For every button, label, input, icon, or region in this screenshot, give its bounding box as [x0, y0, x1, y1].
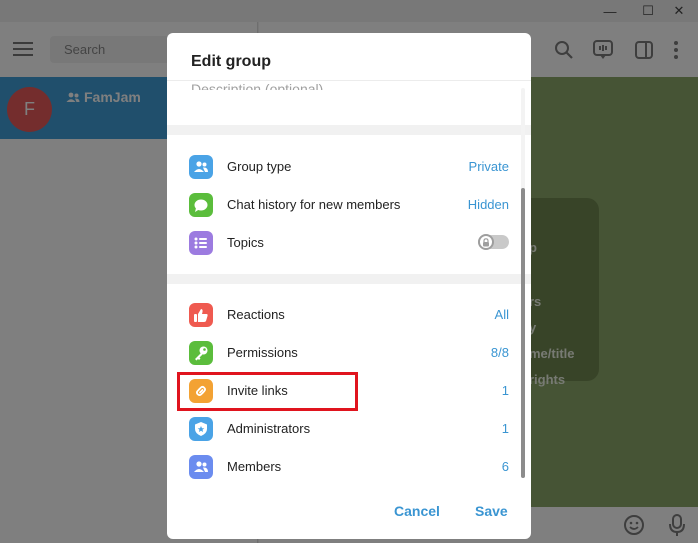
topics-list-icon — [189, 231, 213, 255]
members-row[interactable]: Members 6 — [167, 448, 519, 486]
chat-bubble-icon — [189, 193, 213, 217]
row-value: 1 — [501, 421, 509, 436]
row-value: 8/8 — [490, 345, 509, 360]
row-label: Chat history for new members — [227, 197, 401, 212]
shield-star-icon — [189, 417, 213, 441]
dialog-title: Edit group — [191, 53, 271, 70]
group-icon — [189, 155, 213, 179]
row-value: 1 — [501, 383, 509, 398]
divider — [167, 80, 531, 81]
chat-history-row[interactable]: Chat history for new members Hidden — [167, 186, 519, 224]
dialog-scrollbar[interactable] — [521, 88, 525, 478]
lock-icon — [483, 237, 489, 246]
scrollbar-thumb[interactable] — [521, 188, 525, 478]
row-value: 6 — [501, 459, 509, 474]
description-input[interactable]: Description (optional) — [191, 75, 323, 90]
permissions-row[interactable]: Permissions 8/8 — [167, 334, 519, 372]
save-button[interactable]: Save — [475, 503, 508, 519]
thumbs-up-icon — [189, 303, 213, 327]
reactions-row[interactable]: Reactions All — [167, 296, 519, 334]
row-label: Group type — [227, 159, 292, 174]
row-value: Private — [468, 159, 509, 174]
administrators-row[interactable]: Administrators 1 — [167, 410, 519, 448]
topics-toggle[interactable] — [478, 234, 509, 250]
annotation-highlight-box — [177, 372, 358, 411]
group-icon — [189, 455, 213, 479]
row-label: Administrators — [227, 421, 311, 436]
topics-row[interactable]: Topics — [167, 224, 519, 262]
group-type-row[interactable]: Group type Private — [167, 148, 519, 186]
row-label: Topics — [227, 235, 264, 250]
row-label: Permissions — [227, 345, 298, 360]
row-label: Members — [227, 459, 282, 474]
cancel-button[interactable]: Cancel — [394, 503, 440, 519]
edit-group-dialog: Edit group Description (optional) Group … — [167, 33, 531, 539]
key-icon — [189, 341, 213, 365]
toggle-knob — [478, 234, 494, 250]
section-divider — [167, 274, 531, 284]
section-divider — [167, 125, 531, 135]
row-label: Reactions — [227, 307, 285, 322]
row-value: All — [494, 307, 509, 322]
row-value: Hidden — [467, 197, 509, 212]
